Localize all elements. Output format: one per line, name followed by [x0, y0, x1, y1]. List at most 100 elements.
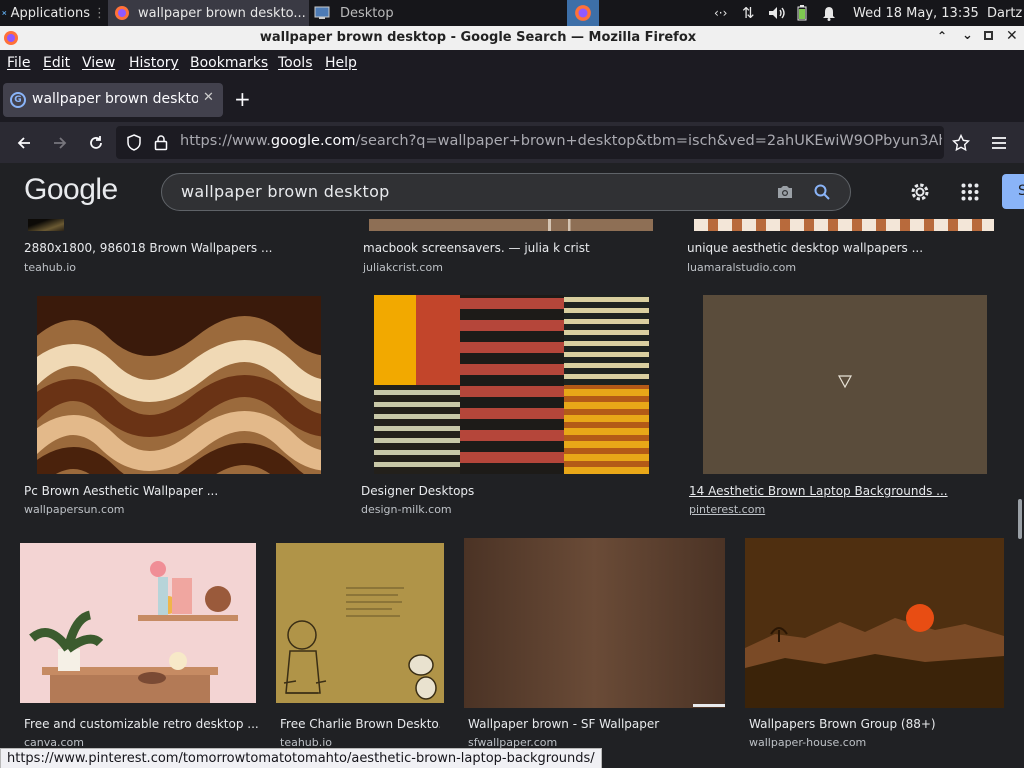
- applications-label: Applications: [10, 5, 90, 21]
- url-domain: google.com: [270, 133, 356, 149]
- reload-icon: [90, 136, 102, 149]
- menu-bookmarks[interactable]: Bookmarks: [190, 55, 268, 71]
- network-icon[interactable]: ‹·›: [714, 0, 736, 26]
- menu-edit[interactable]: Edit: [43, 55, 70, 71]
- url-path: /search?q=wallpaper+brown+desktop&tbm=is…: [355, 133, 942, 149]
- back-button[interactable]: [11, 130, 37, 156]
- menu-help[interactable]: Help: [325, 55, 357, 71]
- battery-icon[interactable]: [797, 0, 811, 26]
- result-thumbnail[interactable]: [276, 543, 444, 703]
- workspace-switcher[interactable]: [567, 0, 599, 26]
- volume-icon[interactable]: [768, 0, 788, 26]
- navigation-toolbar: https://www.google.com/search?q=wallpape…: [0, 122, 1024, 163]
- result-card[interactable]: Free and customizable retro desktop ... …: [20, 538, 260, 768]
- transfer-icon[interactable]: ⇅: [742, 0, 762, 26]
- result-source[interactable]: juliakcrist.com: [363, 261, 443, 274]
- result-card[interactable]: 14 Aesthetic Brown Laptop Backgrounds ..…: [689, 295, 999, 520]
- result-card[interactable]: Free Charlie Brown Deskto... teahub.io: [276, 538, 451, 768]
- hamburger-icon: [992, 137, 1006, 149]
- desktop: Applications ⋮ wallpaper brown deskto...…: [0, 0, 1024, 768]
- apps-grid-icon[interactable]: [961, 183, 979, 201]
- applications-menu[interactable]: Applications ⋮: [2, 0, 106, 26]
- menu-view[interactable]: View: [82, 55, 115, 71]
- result-thumbnail[interactable]: [20, 543, 256, 703]
- result-title[interactable]: 2880x1800, 986018 Brown Wallpapers ...: [24, 241, 334, 255]
- result-card[interactable]: Pc Brown Aesthetic Wallpaper ... wallpap…: [24, 295, 334, 520]
- result-title[interactable]: Free and customizable retro desktop ...: [24, 717, 260, 731]
- clock[interactable]: Wed 18 May, 13:35: [853, 0, 983, 26]
- new-tab-button[interactable]: +: [234, 87, 251, 111]
- taskbar-desktop[interactable]: Desktop: [312, 0, 508, 26]
- camera-icon[interactable]: [776, 184, 794, 200]
- web-page: Google wallpaper brown desktop S 2880x18…: [0, 163, 1024, 768]
- search-input[interactable]: wallpaper brown desktop: [181, 182, 390, 201]
- result-source[interactable]: wallpapersun.com: [24, 503, 125, 516]
- result-thumbnail[interactable]: [369, 219, 653, 231]
- result-card[interactable]: Wallpaper brown - SF Wallpaper sfwallpap…: [464, 538, 729, 768]
- result-thumbnail[interactable]: [703, 295, 987, 474]
- result-title[interactable]: Wallpapers Brown Group (88+): [749, 717, 1007, 731]
- taskbar-firefox[interactable]: wallpaper brown deskto...: [108, 0, 309, 26]
- firefox-workspace-icon: [575, 5, 591, 21]
- result-source[interactable]: wallpaper-house.com: [749, 736, 866, 749]
- result-title[interactable]: Free Charlie Brown Deskto...: [280, 717, 440, 731]
- tab-strip: G wallpaper brown desktop ✕ +: [0, 78, 1024, 122]
- forward-arrow-icon: [54, 137, 67, 149]
- result-title[interactable]: Pc Brown Aesthetic Wallpaper ...: [24, 484, 334, 498]
- url-bar[interactable]: https://www.google.com/search?q=wallpape…: [116, 126, 944, 159]
- result-thumbnail[interactable]: [694, 219, 994, 231]
- google-favicon-icon: G: [10, 92, 26, 108]
- shield-icon[interactable]: [126, 134, 142, 151]
- window-titlebar: wallpaper brown desktop - Google Search …: [0, 26, 1024, 50]
- result-thumbnail[interactable]: [464, 538, 725, 708]
- menu-bar: File Edit View History Bookmarks Tools H…: [0, 50, 1024, 78]
- window-minimize-button[interactable]: ⌄: [962, 28, 973, 43]
- window-close-button[interactable]: ✕: [1006, 28, 1018, 44]
- bookmark-star-button[interactable]: [948, 130, 974, 156]
- desktop-icon: [314, 6, 330, 19]
- url-prefix: https://www.: [180, 133, 271, 149]
- settings-gear-icon[interactable]: [909, 181, 931, 203]
- menu-history[interactable]: History: [129, 55, 179, 71]
- status-url-tooltip: https://www.pinterest.com/tomorrowtomato…: [0, 748, 602, 768]
- lock-icon[interactable]: [154, 134, 168, 151]
- result-source[interactable]: teahub.io: [24, 261, 76, 274]
- search-box: wallpaper brown desktop: [161, 173, 851, 211]
- google-header: Google wallpaper brown desktop S: [0, 163, 1024, 219]
- menu-tools[interactable]: Tools: [278, 55, 313, 71]
- forward-button[interactable]: [47, 130, 73, 156]
- page-scrollbar-thumb[interactable]: [1018, 499, 1022, 539]
- result-thumbnail[interactable]: [745, 538, 1004, 708]
- result-card[interactable]: Wallpapers Brown Group (88+) wallpaper-h…: [745, 538, 1010, 768]
- tab-active[interactable]: G wallpaper brown desktop ✕: [3, 83, 223, 117]
- result-source[interactable]: pinterest.com: [689, 503, 765, 516]
- firefox-icon: [115, 6, 129, 20]
- result-title[interactable]: Wallpaper brown - SF Wallpaper: [468, 717, 726, 731]
- back-arrow-icon: [17, 137, 30, 149]
- result-title[interactable]: macbook screensavers. — julia k crist: [363, 241, 673, 255]
- result-title[interactable]: 14 Aesthetic Brown Laptop Backgrounds ..…: [689, 484, 999, 498]
- notification-bell-icon[interactable]: [822, 0, 838, 26]
- result-source[interactable]: design-milk.com: [361, 503, 452, 516]
- menu-file[interactable]: File: [7, 55, 30, 71]
- tab-close-icon[interactable]: ✕: [203, 90, 214, 105]
- result-thumbnail[interactable]: [374, 295, 649, 474]
- user-menu[interactable]: Dartz: [987, 0, 1024, 26]
- google-logo[interactable]: Google: [24, 173, 118, 207]
- window-maximize-button[interactable]: [984, 31, 993, 40]
- sign-in-button[interactable]: S: [1002, 174, 1024, 209]
- tab-title: wallpaper brown desktop: [32, 91, 198, 107]
- search-icon[interactable]: [814, 184, 830, 200]
- result-title[interactable]: Designer Desktops: [361, 484, 671, 498]
- result-thumbnail[interactable]: [28, 219, 64, 231]
- result-card[interactable]: Designer Desktops design-milk.com: [361, 295, 671, 520]
- reload-button[interactable]: [83, 130, 109, 156]
- app-menu-button[interactable]: [986, 130, 1012, 156]
- result-source[interactable]: luamaralstudio.com: [687, 261, 796, 274]
- result-thumbnail[interactable]: [37, 296, 321, 474]
- star-icon: [952, 134, 970, 152]
- taskbar-desktop-label: Desktop: [340, 5, 394, 21]
- window-shade-button[interactable]: ⌃: [937, 29, 947, 43]
- window-title: wallpaper brown desktop - Google Search …: [259, 30, 697, 45]
- result-title[interactable]: unique aesthetic desktop wallpapers ...: [687, 241, 997, 255]
